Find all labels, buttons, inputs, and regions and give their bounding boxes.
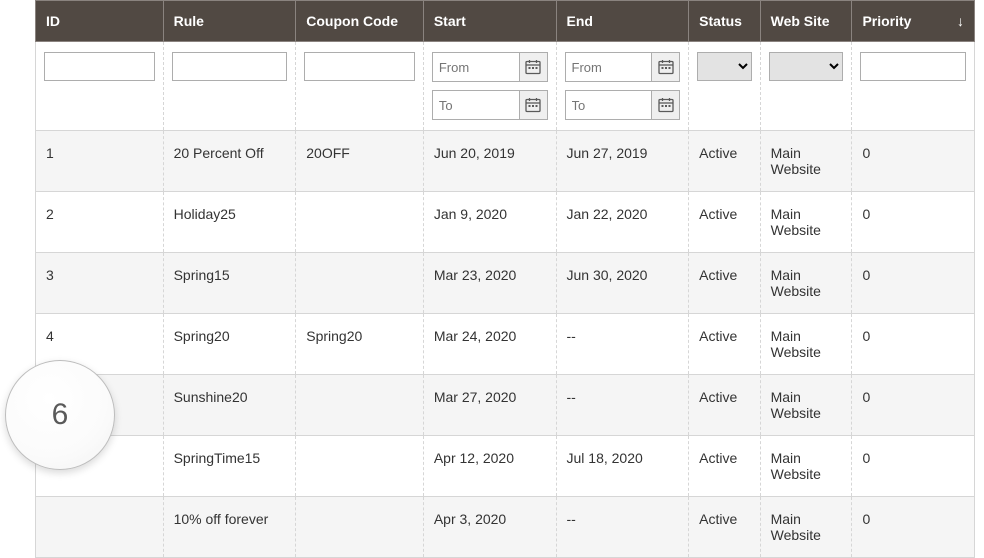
cell-priority: 0 [852,375,975,436]
filter-end-from-input[interactable] [566,54,652,81]
filter-rule-input[interactable] [172,52,288,81]
cell-site: Main Website [760,192,852,253]
cell-rule: Holiday25 [163,192,296,253]
filter-start-to-input[interactable] [433,92,519,119]
filter-start-from-cal-button[interactable] [519,53,547,81]
filter-end-to-input[interactable] [566,92,652,119]
filter-row [36,42,975,131]
col-header-id[interactable]: ID [36,1,164,42]
filter-start-to-cal-button[interactable] [519,91,547,119]
cell-status: Active [689,314,760,375]
cell-priority: 0 [852,192,975,253]
cell-coupon: 20OFF [296,131,424,192]
filter-end-to [565,90,681,120]
cell-rule: SpringTime15 [163,436,296,497]
table-row[interactable]: 3 Spring15 Mar 23, 2020 Jun 30, 2020 Act… [36,253,975,314]
cell-priority: 0 [852,131,975,192]
cell-status: Active [689,497,760,558]
filter-start-to [432,90,548,120]
cell-coupon: Spring20 [296,314,424,375]
cell-start: Mar 23, 2020 [423,253,556,314]
cell-id: 2 [36,192,164,253]
filter-start-from [432,52,548,82]
cell-start: Mar 27, 2020 [423,375,556,436]
filter-id-input[interactable] [44,52,155,81]
cell-site: Main Website [760,497,852,558]
cell-coupon [296,253,424,314]
filter-site-select[interactable] [769,52,844,81]
cell-end: Jun 27, 2019 [556,131,689,192]
filter-end-to-cal-button[interactable] [651,91,679,119]
filter-start-from-input[interactable] [433,54,519,81]
filter-end-from [565,52,681,82]
calendar-icon [525,97,541,113]
cell-rule: Spring20 [163,314,296,375]
cell-status: Active [689,436,760,497]
col-header-start[interactable]: Start [423,1,556,42]
cell-end: -- [556,314,689,375]
cell-start: Apr 12, 2020 [423,436,556,497]
cell-site: Main Website [760,436,852,497]
cell-status: Active [689,192,760,253]
cell-site: Main Website [760,375,852,436]
cell-site: Main Website [760,253,852,314]
filter-coupon-input[interactable] [304,52,415,81]
table-row[interactable]: 10% off forever Apr 3, 2020 -- Active Ma… [36,497,975,558]
cell-status: Active [689,253,760,314]
cell-end: Jan 22, 2020 [556,192,689,253]
table-row[interactable]: 4 Spring20 Spring20 Mar 24, 2020 -- Acti… [36,314,975,375]
col-header-site[interactable]: Web Site [760,1,852,42]
cell-priority: 0 [852,314,975,375]
filter-status-select[interactable] [697,52,751,81]
cell-start: Apr 3, 2020 [423,497,556,558]
calendar-icon [658,59,674,75]
col-header-coupon[interactable]: Coupon Code [296,1,424,42]
table-row[interactable]: 5 Sunshine20 Mar 27, 2020 -- Active Main… [36,375,975,436]
cell-status: Active [689,375,760,436]
cell-end: Jun 30, 2020 [556,253,689,314]
cell-id: 1 [36,131,164,192]
cell-coupon [296,497,424,558]
cell-id [36,497,164,558]
cell-coupon [296,375,424,436]
cell-rule: 20 Percent Off [163,131,296,192]
cell-status: Active [689,131,760,192]
cell-end: Jul 18, 2020 [556,436,689,497]
cell-end: -- [556,375,689,436]
cell-start: Jan 9, 2020 [423,192,556,253]
cell-rule: Sunshine20 [163,375,296,436]
cell-priority: 0 [852,497,975,558]
cell-start: Mar 24, 2020 [423,314,556,375]
filter-priority-input[interactable] [860,52,966,81]
col-header-status[interactable]: Status [689,1,760,42]
cell-site: Main Website [760,314,852,375]
table-row[interactable]: 2 Holiday25 Jan 9, 2020 Jan 22, 2020 Act… [36,192,975,253]
cell-rule: Spring15 [163,253,296,314]
cell-coupon [296,436,424,497]
cell-site: Main Website [760,131,852,192]
col-header-rule[interactable]: Rule [163,1,296,42]
table-header-row: ID Rule Coupon Code Start End Status Web… [36,1,975,42]
magnifier-lens: 6 [5,360,115,470]
table-row[interactable]: 1 20 Percent Off 20OFF Jun 20, 2019 Jun … [36,131,975,192]
cell-coupon [296,192,424,253]
col-header-end[interactable]: End [556,1,689,42]
filter-end-from-cal-button[interactable] [651,53,679,81]
cell-rule: 10% off forever [163,497,296,558]
rules-table: ID Rule Coupon Code Start End Status Web… [35,0,975,558]
magnifier-value: 6 [52,398,69,432]
cell-start: Jun 20, 2019 [423,131,556,192]
cell-end: -- [556,497,689,558]
cell-id: 3 [36,253,164,314]
calendar-icon [525,59,541,75]
cell-priority: 0 [852,253,975,314]
col-header-priority[interactable]: Priority [852,1,975,42]
cell-priority: 0 [852,436,975,497]
calendar-icon [658,97,674,113]
table-row[interactable]: 6 SpringTime15 Apr 12, 2020 Jul 18, 2020… [36,436,975,497]
